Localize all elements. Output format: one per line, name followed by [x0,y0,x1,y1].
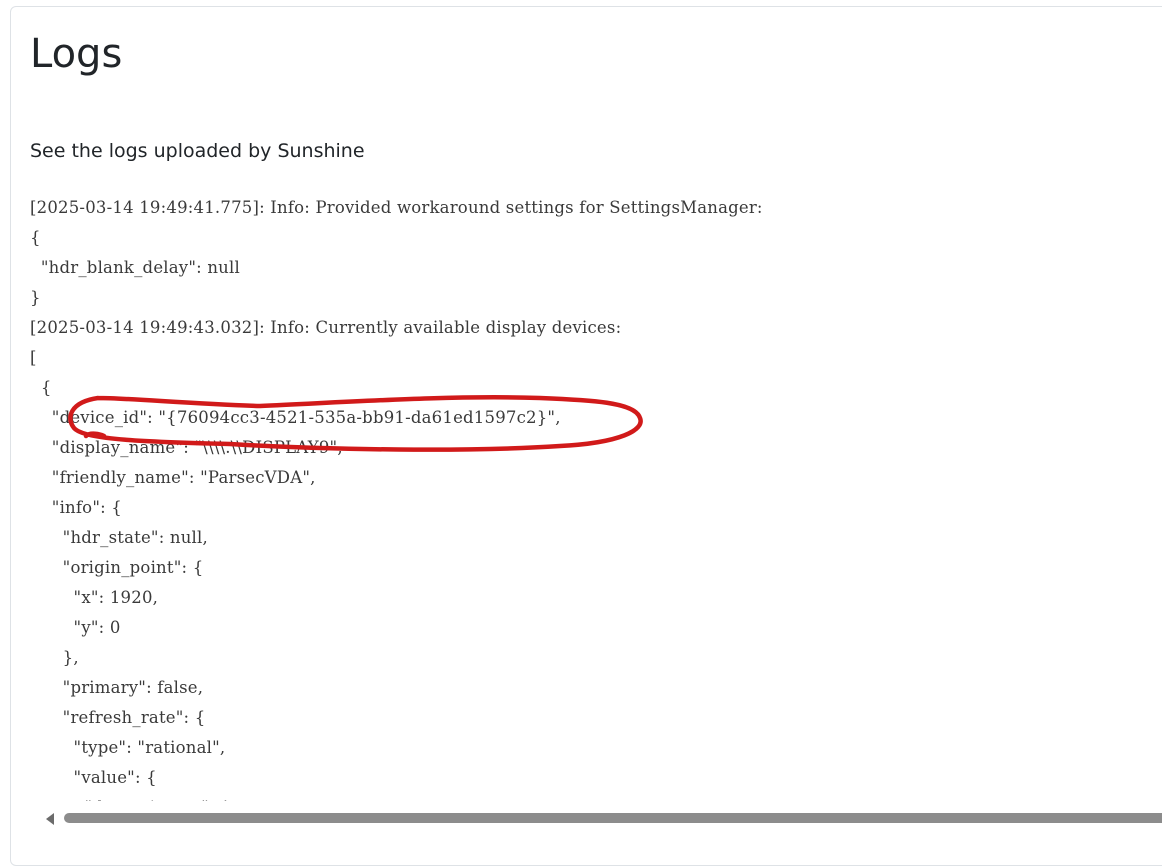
log-line: "x": 1920, [30,588,159,607]
page-subtitle: See the logs uploaded by Sunshine [30,140,365,162]
log-line: } [30,288,41,307]
log-line: "type": "rational", [30,738,226,757]
log-line: [2025-03-14 19:49:43.032]: Info: Current… [30,318,622,337]
log-line: "origin_point": { [30,558,204,577]
log-output[interactable]: [2025-03-14 19:49:41.775]: Info: Provide… [30,193,1160,801]
log-line: "hdr_state": null, [30,528,208,547]
scrollbar-thumb[interactable] [64,813,1162,823]
log-line: [2025-03-14 19:49:41.775]: Info: Provide… [30,198,763,217]
triangle-left-icon[interactable] [46,813,54,825]
log-line: "info": { [30,498,123,517]
log-line: "primary": false, [30,678,204,697]
log-line: }, [30,648,79,667]
log-line: "hdr_blank_delay": null [30,258,240,277]
log-line: "value": { [30,768,157,787]
log-line: { [30,228,41,247]
log-line: "friendly_name": "ParsecVDA", [30,468,316,487]
log-text: [2025-03-14 19:49:41.775]: Info: Provide… [30,193,1160,801]
log-line: "y": 0 [30,618,121,637]
horizontal-scrollbar[interactable] [38,808,1162,830]
log-line: "refresh_rate": { [30,708,206,727]
log-line: { [30,378,52,397]
log-line: "display_name": "\\\\.\\DISPLAY9", [30,438,343,457]
page-title: Logs [30,31,123,77]
log-line: "denominator": 1, [30,798,236,801]
log-line: [ [30,348,37,367]
log-line: "device_id": "{76094cc3-4521-535a-bb91-d… [30,408,561,427]
